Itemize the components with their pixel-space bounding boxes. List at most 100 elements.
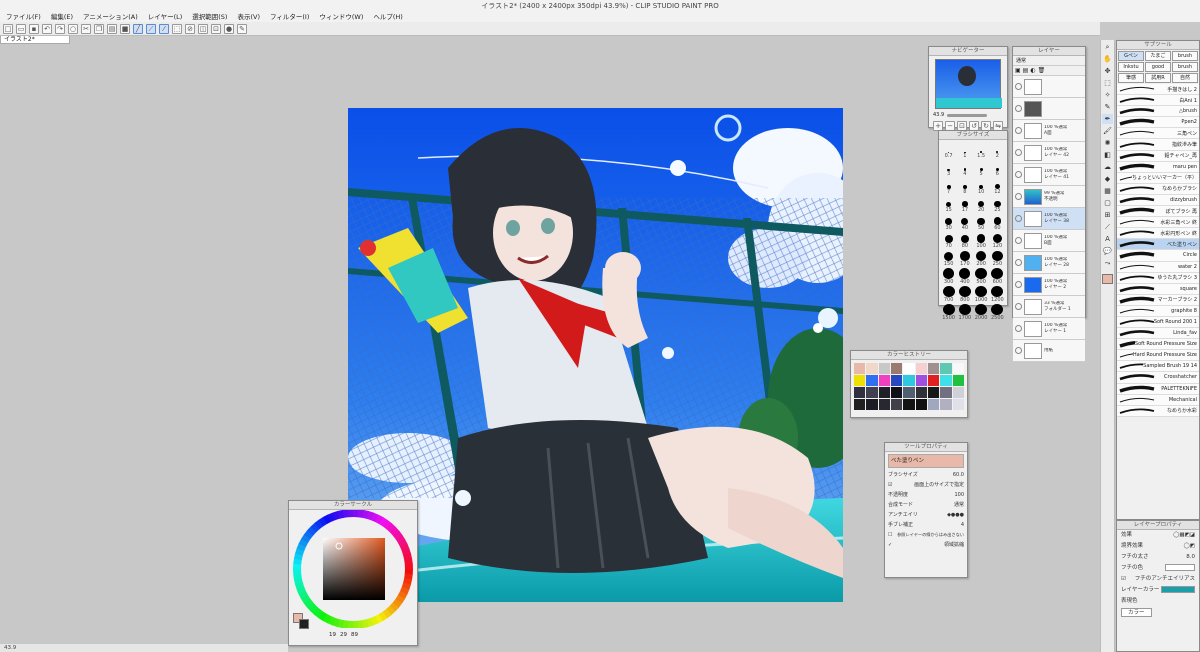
- sub-tool-tab[interactable]: brush: [1172, 51, 1198, 61]
- document-tab[interactable]: イラスト2*: [0, 36, 70, 44]
- display-color-select[interactable]: カラー: [1121, 608, 1152, 617]
- fit-screen-checkbox[interactable]: ☑: [888, 480, 892, 490]
- color-swatch[interactable]: [890, 375, 903, 386]
- brush-size-option[interactable]: 400: [957, 268, 972, 285]
- sub-tool-tab[interactable]: Inkstu: [1118, 62, 1144, 72]
- new-layer-icon[interactable]: ▣: [1015, 67, 1021, 74]
- layer-color-swatch[interactable]: [1161, 586, 1195, 593]
- brush-size-option[interactable]: 3: [941, 160, 956, 177]
- color-swatch[interactable]: [915, 387, 927, 398]
- clear-icon[interactable]: ○: [68, 23, 78, 34]
- brush-item[interactable]: 水彩三角ペン 終: [1117, 217, 1199, 229]
- brush-item[interactable]: Sampled Brush 19 14: [1117, 361, 1199, 373]
- brush-size-option[interactable]: 1: [957, 142, 972, 159]
- brush-item[interactable]: Soft Round 200 1: [1117, 316, 1199, 329]
- snap-special-icon[interactable]: ⁄: [159, 23, 169, 34]
- stabilization-row[interactable]: 手ブレ補正 4: [885, 520, 967, 530]
- brush-item[interactable]: Crosshatcher: [1117, 372, 1199, 384]
- main-color-indicator[interactable]: [1102, 274, 1113, 284]
- color-swatch[interactable]: [903, 375, 915, 386]
- eye-icon[interactable]: [1015, 83, 1022, 90]
- brush-size-option[interactable]: 7: [941, 178, 956, 195]
- brush-size-option[interactable]: 60: [990, 214, 1005, 231]
- copy-icon[interactable]: ❐: [94, 23, 104, 34]
- eyedropper-icon[interactable]: ✎: [237, 23, 247, 34]
- brush-item[interactable]: graphite 8: [1117, 305, 1199, 317]
- brush-size-option[interactable]: 2000: [974, 304, 989, 321]
- invert-selection-icon[interactable]: ◫: [198, 23, 208, 34]
- color-swatch[interactable]: [952, 363, 964, 374]
- brush-size-option[interactable]: 150: [941, 250, 956, 267]
- sub-tool-tab[interactable]: 自然: [1172, 73, 1198, 83]
- fill-tool-icon[interactable]: ◆: [1102, 174, 1113, 184]
- artwork-canvas[interactable]: [348, 108, 843, 602]
- brush-size-option[interactable]: 25: [990, 196, 1005, 213]
- stab-value[interactable]: 4: [961, 520, 964, 530]
- ref-checkbox[interactable]: ☐: [888, 530, 892, 540]
- blend-select[interactable]: 通常: [954, 500, 964, 510]
- brush-item[interactable]: 三角ペン: [1117, 128, 1199, 140]
- layer-row[interactable]: 100 %通常 レイヤー 41: [1013, 164, 1085, 186]
- sub-tool-tab[interactable]: good: [1145, 62, 1171, 72]
- color-swatch[interactable]: [878, 375, 890, 386]
- menu-file[interactable]: ファイル(F): [6, 12, 41, 22]
- zoom-tool-icon[interactable]: ⌕: [1102, 42, 1113, 52]
- area-scaling-checkbox[interactable]: ✓: [888, 540, 892, 550]
- fill-icon[interactable]: ■: [120, 23, 130, 34]
- record-icon[interactable]: ●: [224, 23, 234, 34]
- eye-icon[interactable]: [1015, 303, 1022, 310]
- layer-row[interactable]: 100 %通常 B面: [1013, 230, 1085, 252]
- menu-filter[interactable]: フィルター(I): [270, 12, 309, 22]
- brush-item[interactable]: 水彩円形ペン 終: [1117, 228, 1199, 240]
- color-swatch[interactable]: [854, 375, 866, 386]
- layer-row[interactable]: 100 %通常 レイヤー 38: [1013, 208, 1085, 230]
- brush-size-option[interactable]: 1000: [974, 286, 989, 303]
- brush-size-option[interactable]: 700: [941, 286, 956, 303]
- border-options-icon[interactable]: ◯◩: [1184, 542, 1195, 551]
- color-swatch[interactable]: [890, 387, 903, 398]
- brush-size-value[interactable]: 60.0: [953, 470, 964, 480]
- brush-size-option[interactable]: 1700: [957, 304, 972, 321]
- brush-size-option[interactable]: 6: [990, 160, 1005, 177]
- color-swatch[interactable]: [866, 375, 878, 386]
- brush-item[interactable]: 白Ani 1: [1117, 95, 1199, 107]
- menu-selection[interactable]: 選択範囲(S): [192, 12, 227, 22]
- brush-item[interactable]: △brush: [1117, 106, 1199, 118]
- brush-size-option[interactable]: 500: [974, 268, 989, 285]
- color-swatch[interactable]: [927, 375, 940, 386]
- eye-icon[interactable]: [1015, 171, 1022, 178]
- deselect-icon[interactable]: ⊘: [185, 23, 195, 34]
- border-effect-row[interactable]: 境界効果 ◯◩: [1117, 541, 1199, 552]
- color-swatch[interactable]: [915, 399, 927, 410]
- color-swatch[interactable]: [903, 363, 915, 374]
- brush-size-option[interactable]: 17: [957, 196, 972, 213]
- brush-size-option[interactable]: 200: [974, 250, 989, 267]
- layer-row[interactable]: 99 %通常 不透明: [1013, 186, 1085, 208]
- cut-icon[interactable]: ✂: [81, 23, 91, 34]
- sub-color-swatch[interactable]: [299, 619, 309, 629]
- layer-row[interactable]: [1013, 76, 1085, 98]
- color-swatch[interactable]: [952, 399, 964, 410]
- color-swatch[interactable]: [915, 363, 927, 374]
- brush-size-option[interactable]: 30: [941, 214, 956, 231]
- color-swatch[interactable]: [854, 387, 866, 398]
- color-swatch[interactable]: [866, 363, 878, 374]
- saturation-value[interactable]: 29: [340, 632, 347, 638]
- layer-row[interactable]: 33 %通常 フォルダー 1: [1013, 296, 1085, 318]
- undo-icon[interactable]: ↶: [42, 23, 52, 34]
- brush-size-option[interactable]: 15: [941, 196, 956, 213]
- redo-icon[interactable]: ↷: [55, 23, 65, 34]
- brush-item[interactable]: Soft Round Pressure Size: [1117, 339, 1199, 351]
- menu-edit[interactable]: 編集(E): [51, 12, 73, 22]
- brush-item[interactable]: ゆうた丸ブラシ 3: [1117, 272, 1199, 284]
- eye-icon[interactable]: [1015, 347, 1022, 354]
- brush-item[interactable]: 指紋滲み筆: [1117, 139, 1199, 151]
- brush-item[interactable]: べた塗りペン: [1117, 239, 1199, 251]
- eye-icon[interactable]: [1015, 237, 1022, 244]
- brush-item[interactable]: Mechanical: [1117, 394, 1199, 406]
- eye-icon[interactable]: [1015, 105, 1022, 112]
- aa-options-icon[interactable]: ◆●●●: [947, 510, 964, 520]
- brush-item[interactable]: PALETTEKNIFE: [1117, 383, 1199, 395]
- brush-size-option[interactable]: 2: [990, 142, 1005, 159]
- navigator-zoom-value[interactable]: 43.9: [933, 112, 944, 118]
